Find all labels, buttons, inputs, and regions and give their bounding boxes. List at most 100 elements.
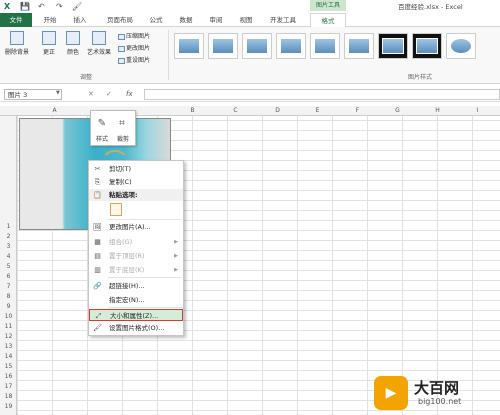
- menu-item-size-and-properties[interactable]: ⤢ 大小和属性(Z)...: [89, 309, 183, 321]
- picture-style-2[interactable]: [208, 33, 238, 59]
- picture-style-4[interactable]: [276, 33, 306, 59]
- tab-format[interactable]: 格式: [310, 13, 346, 28]
- picture-style-3[interactable]: [242, 33, 272, 59]
- change-picture-button[interactable]: 更改图片: [118, 43, 150, 52]
- column-header[interactable]: F: [340, 107, 375, 114]
- row-header[interactable]: 19: [0, 403, 17, 410]
- reset-picture-button[interactable]: 重设图片: [118, 55, 150, 64]
- menu-item-change-picture[interactable]: 🖼 更改图片(A)...: [89, 221, 183, 233]
- column-header[interactable]: D: [260, 107, 295, 114]
- row-header[interactable]: 6: [0, 273, 17, 280]
- column-header[interactable]: G: [380, 107, 415, 114]
- format-painter-icon[interactable]: 🖌: [72, 2, 82, 11]
- watermark-name: 大百网: [414, 379, 460, 397]
- tab-review[interactable]: 审阅: [204, 13, 228, 27]
- compress-pictures-button[interactable]: 压缩图片: [118, 31, 150, 40]
- compress-label: 压缩图片: [126, 33, 151, 40]
- row-header[interactable]: 15: [0, 363, 17, 370]
- corrections-label: 更正: [42, 49, 55, 56]
- tab-file[interactable]: 文件: [0, 13, 32, 27]
- corrections-button[interactable]: 更正: [38, 31, 60, 56]
- color-button[interactable]: 颜色: [62, 31, 84, 56]
- assign-macro-icon: [93, 296, 102, 304]
- paste-icon: 📋: [93, 191, 102, 199]
- row-header[interactable]: 9: [0, 303, 17, 310]
- row-header[interactable]: 14: [0, 353, 17, 360]
- tab-developer[interactable]: 开发工具: [264, 13, 302, 27]
- corrections-icon: [42, 31, 56, 45]
- remove-background-icon: [10, 31, 24, 45]
- crop-button[interactable]: 裁剪: [114, 134, 132, 143]
- picture-style-1[interactable]: [174, 33, 204, 59]
- style-button[interactable]: 样式: [93, 134, 111, 143]
- menu-item-format-picture[interactable]: 🖌 设置图片格式(O)...: [89, 322, 183, 334]
- row-header[interactable]: 4: [0, 253, 17, 260]
- row-header[interactable]: 17: [0, 383, 17, 390]
- column-header[interactable]: I: [460, 107, 495, 114]
- row-header[interactable]: 18: [0, 393, 17, 400]
- tab-home[interactable]: 开始: [38, 13, 62, 27]
- row-header[interactable]: 13: [0, 343, 17, 350]
- row-header[interactable]: 10: [0, 313, 17, 320]
- column-header[interactable]: B: [175, 107, 210, 114]
- picture-style-7[interactable]: [378, 33, 408, 59]
- style-icon[interactable]: ✎: [96, 118, 108, 130]
- save-icon[interactable]: 💾: [20, 2, 30, 11]
- menu-label: 设置图片格式(O)...: [109, 324, 165, 332]
- menu-item-paste-options: 📋 粘贴选项:: [89, 189, 183, 201]
- column-header[interactable]: C: [218, 107, 253, 114]
- menu-item-assign-macro[interactable]: 指定宏(N)...: [89, 294, 183, 306]
- size-properties-icon: ⤢: [95, 312, 102, 320]
- cancel-icon[interactable]: ✕: [88, 90, 94, 98]
- tab-insert[interactable]: 插入: [68, 13, 92, 27]
- group-icon: ▦: [94, 238, 101, 246]
- redo-icon[interactable]: ↷: [56, 2, 63, 11]
- tab-data[interactable]: 数据: [174, 13, 198, 27]
- row-header[interactable]: 1: [0, 223, 17, 230]
- column-header[interactable]: E: [300, 107, 335, 114]
- tab-page-layout[interactable]: 页面布局: [100, 13, 140, 27]
- menu-label: 粘贴选项:: [109, 191, 138, 199]
- row-header[interactable]: 2: [0, 233, 17, 240]
- tab-formulas[interactable]: 公式: [144, 13, 168, 27]
- crop-icon[interactable]: ⌗: [116, 118, 128, 130]
- remove-background-button[interactable]: 删除背景: [2, 31, 32, 56]
- row-header[interactable]: 12: [0, 333, 17, 340]
- confirm-icon[interactable]: ✓: [106, 90, 112, 98]
- row-header[interactable]: 8: [0, 293, 17, 300]
- picture-style-5[interactable]: [310, 33, 340, 59]
- column-header[interactable]: A: [17, 107, 92, 114]
- tab-view[interactable]: 视图: [234, 13, 258, 27]
- artistic-effects-button[interactable]: 艺术效果: [84, 31, 114, 56]
- watermark-url: big100.net: [418, 397, 462, 406]
- format-picture-icon: 🖌: [93, 324, 102, 332]
- menu-label: 置于顶层(R): [109, 252, 145, 260]
- formula-input[interactable]: [144, 89, 500, 100]
- menu-item-copy[interactable]: ⎘ 复制(C): [89, 176, 183, 188]
- menu-item-cut[interactable]: ✂ 剪切(T): [89, 163, 183, 175]
- insert-function-icon[interactable]: fx: [126, 90, 133, 98]
- menu-label: 更改图片(A)...: [109, 223, 151, 231]
- paste-option-icon[interactable]: [110, 203, 122, 216]
- row-header[interactable]: 5: [0, 263, 17, 270]
- row-header[interactable]: 7: [0, 283, 17, 290]
- row-header[interactable]: 11: [0, 323, 17, 330]
- menu-label: 超链接(H)...: [109, 282, 145, 290]
- menu-item-hyperlink[interactable]: 🔗 超链接(H)...: [89, 280, 183, 292]
- name-box-dropdown-icon[interactable]: ▼: [56, 90, 60, 96]
- scissors-icon: ✂: [94, 165, 101, 173]
- menu-label: 复制(C): [109, 178, 132, 186]
- artistic-effects-icon: [92, 31, 106, 45]
- group-label-adjust: 调整: [80, 74, 93, 81]
- picture-style-9[interactable]: [446, 33, 476, 59]
- name-box[interactable]: 图片 3: [4, 89, 62, 100]
- picture-style-6[interactable]: [344, 33, 374, 59]
- row-header[interactable]: 16: [0, 373, 17, 380]
- change-picture-label: 更改图片: [126, 45, 151, 52]
- column-header[interactable]: H: [420, 107, 455, 114]
- artistic-effects-label: 艺术效果: [86, 49, 111, 56]
- undo-icon[interactable]: ↶: [38, 2, 45, 11]
- group-label-picture-styles: 图片样式: [408, 74, 433, 81]
- picture-style-8[interactable]: [412, 33, 442, 59]
- row-header[interactable]: 3: [0, 243, 17, 250]
